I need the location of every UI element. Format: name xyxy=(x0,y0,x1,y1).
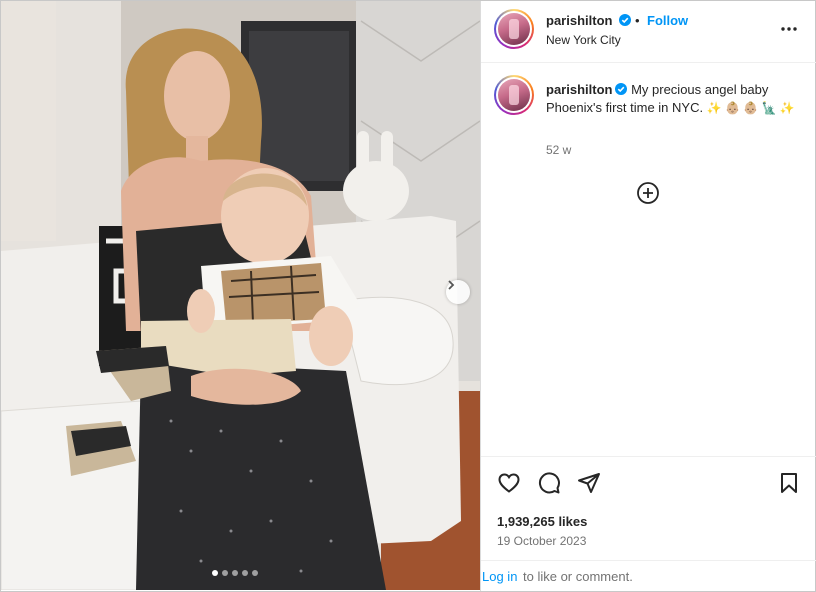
avatar-image xyxy=(498,13,530,45)
post-date: 19 October 2023 xyxy=(497,534,587,548)
bookmark-icon[interactable] xyxy=(777,471,801,495)
caption-username[interactable]: parishilton xyxy=(546,82,612,97)
post-caption: parishilton My precious angel baby Phoen… xyxy=(546,81,801,117)
carousel-dot xyxy=(222,570,228,576)
verified-badge-icon xyxy=(619,14,632,26)
author-username[interactable]: parishilton xyxy=(546,13,632,28)
follow-button[interactable]: Follow xyxy=(647,13,688,28)
carousel-indicator xyxy=(212,570,258,576)
post-photo[interactable] xyxy=(1,1,480,590)
header-separator: • xyxy=(635,13,640,28)
heart-icon[interactable] xyxy=(497,471,521,495)
post-header: parishilton • Follow New York City xyxy=(481,1,816,63)
photo-illustration xyxy=(1,1,480,590)
carousel-next-button[interactable] xyxy=(446,280,470,304)
chevron-right-icon xyxy=(448,280,455,290)
post-actions: 1,939,265 likes 19 October 2023 xyxy=(481,456,816,560)
login-prompt-text: to like or comment. xyxy=(523,569,633,584)
author-username-text[interactable]: parishilton xyxy=(546,13,612,28)
avatar-image xyxy=(498,79,530,111)
share-icon[interactable] xyxy=(577,471,601,495)
carousel-dot xyxy=(242,570,248,576)
verified-badge-icon xyxy=(615,83,628,95)
login-prompt: Log in to like or comment. xyxy=(481,560,816,591)
post-age[interactable]: 52 w xyxy=(546,143,571,157)
comment-icon[interactable] xyxy=(537,471,561,495)
login-link[interactable]: Log in xyxy=(482,569,517,584)
caption-emojis: ✨ 👶🏼 👶🏼 🗽 ✨ xyxy=(706,101,795,115)
carousel-dot xyxy=(252,570,258,576)
post-sidebar: parishilton • Follow New York City paris… xyxy=(480,1,816,591)
location-link[interactable]: New York City xyxy=(546,33,621,47)
author-avatar[interactable] xyxy=(494,9,534,49)
more-options-icon[interactable] xyxy=(778,21,800,37)
likes-count[interactable]: 1,939,265 likes xyxy=(497,514,587,529)
add-comment-icon[interactable] xyxy=(636,181,660,205)
carousel-dot xyxy=(212,570,218,576)
carousel-dot xyxy=(232,570,238,576)
caption-avatar[interactable] xyxy=(494,75,534,115)
